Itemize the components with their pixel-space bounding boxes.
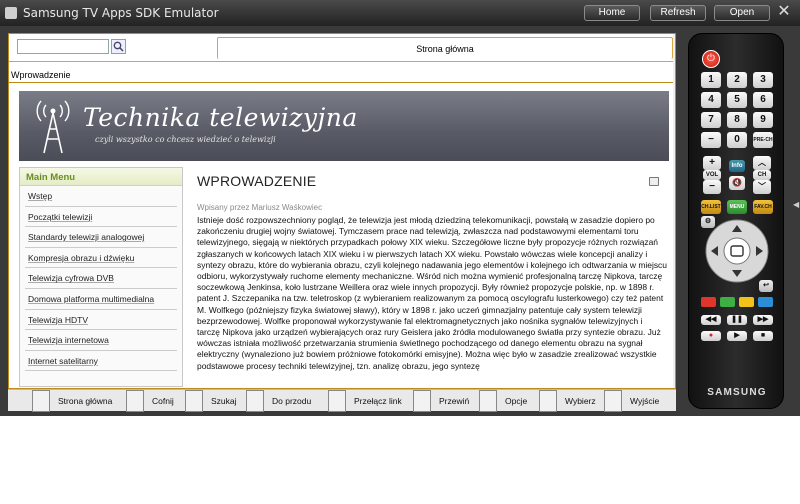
play-icon[interactable]: ▶ xyxy=(727,331,747,341)
menu-item-standardy[interactable]: Standardy telewizji analogowej xyxy=(25,227,177,248)
volume-label[interactable]: VOL xyxy=(703,170,721,180)
menu-item-internetowa[interactable]: Telewizja internetowa xyxy=(25,330,177,351)
menu-item-platforma[interactable]: Domowa platforma multimedialna xyxy=(25,289,177,310)
site-banner: Technika telewizyjna czyli wszystko co c… xyxy=(19,91,669,161)
brand-logo: SAMSUNG xyxy=(707,387,767,398)
main-menu: Main Menu Wstęp Początki telewizji Stand… xyxy=(19,167,183,387)
chlist-button[interactable]: CH.LIST xyxy=(701,200,721,214)
remote-key-5[interactable]: 6 xyxy=(753,92,773,108)
mute-icon[interactable]: 🔇 xyxy=(729,176,745,190)
channel-label[interactable]: CH xyxy=(753,170,771,180)
app-icon xyxy=(5,7,17,19)
emulator-window: Samsung TV Apps SDK Emulator Home Refres… xyxy=(0,0,800,416)
playback-keys: ◀◀ ❚❚ ▶▶ ● ▶ ■ xyxy=(701,315,773,355)
channel-up-icon[interactable]: ︿ xyxy=(753,156,771,170)
channel-down-icon[interactable]: ﹀ xyxy=(753,180,771,194)
color-keys xyxy=(701,297,773,309)
open-button[interactable]: Open xyxy=(714,5,770,21)
function-bar: Strona główna Cofnij Szukaj Do przodu Pr… xyxy=(8,389,676,412)
remote-key-3[interactable]: 4 xyxy=(701,92,721,108)
remote-key-9[interactable]: − xyxy=(701,132,721,148)
remote-key-0[interactable]: 1 xyxy=(701,72,721,88)
refresh-button[interactable]: Refresh xyxy=(650,5,706,21)
article: WPROWADZENIE Wpisany przez Mariusz Waśko… xyxy=(197,167,667,388)
tab-home[interactable]: Strona główna xyxy=(217,37,673,59)
key-icon xyxy=(328,390,346,412)
site-title: Technika telewizyjna xyxy=(83,103,358,132)
key-icon xyxy=(539,390,557,412)
main-menu-heading: Main Menu xyxy=(20,168,182,186)
red-key[interactable] xyxy=(701,297,716,307)
info-button[interactable]: Info xyxy=(729,160,745,172)
record-icon[interactable]: ● xyxy=(701,331,721,341)
fast-forward-icon[interactable]: ▶▶ xyxy=(753,315,773,325)
close-icon[interactable]: ✕ xyxy=(774,2,794,22)
key-icon xyxy=(479,390,497,412)
menu-item-hdtv[interactable]: Telewizja HDTV xyxy=(25,310,177,331)
article-body: Istnieje dość rozpowszechniony pogląd, ż… xyxy=(197,215,667,371)
volume-down-icon[interactable]: − xyxy=(703,180,721,194)
stop-icon[interactable]: ■ xyxy=(753,331,773,341)
vertical-scrollbar[interactable] xyxy=(673,34,675,388)
rewind-icon[interactable]: ◀◀ xyxy=(701,315,721,325)
tv-remote: ⏻ 1 2 3 4 5 6 7 8 9−0 PRE-CH + VOL − Info 🔇 ︿ CH ﹀ CH.LIST… xyxy=(688,33,784,409)
menu-item-kompresja[interactable]: Kompresja obrazu i dźwięku xyxy=(25,248,177,269)
pause-icon[interactable]: ❚❚ xyxy=(727,315,747,325)
key-icon xyxy=(126,390,144,412)
title-bar: Samsung TV Apps SDK Emulator Home Refres… xyxy=(0,0,800,26)
remote-key-8[interactable]: 9 xyxy=(753,112,773,128)
remote-key-10[interactable]: 0 xyxy=(727,132,747,148)
window-title: Samsung TV Apps SDK Emulator xyxy=(23,6,219,20)
search-input[interactable] xyxy=(17,39,109,54)
antenna-tower-icon xyxy=(36,100,70,154)
menu-item-satelitarny[interactable]: Internet satelitarny xyxy=(25,351,177,372)
key-icon xyxy=(413,390,431,412)
menu-button[interactable]: MENU xyxy=(727,200,747,214)
remote-key-11[interactable]: PRE-CH xyxy=(753,132,773,148)
key-icon xyxy=(246,390,264,412)
remote-key-6[interactable]: 7 xyxy=(701,112,721,128)
remote-key-1[interactable]: 2 xyxy=(727,72,747,88)
key-icon xyxy=(604,390,622,412)
key-icon xyxy=(185,390,203,412)
browser-toolbar: Strona główna xyxy=(9,34,675,62)
menu-item-poczatki[interactable]: Początki telewizji xyxy=(25,207,177,228)
search-icon[interactable] xyxy=(111,39,126,54)
article-heading: WPROWADZENIE xyxy=(197,173,317,189)
volume-up-icon[interactable]: + xyxy=(703,156,721,170)
favch-button[interactable]: FAV.CH xyxy=(753,200,773,214)
power-icon[interactable]: ⏻ xyxy=(702,50,720,68)
remote-key-7[interactable]: 8 xyxy=(727,112,747,128)
menu-item-dvb[interactable]: Telewizja cyfrowa DVB xyxy=(25,268,177,289)
print-icon[interactable] xyxy=(649,177,659,186)
remote-key-2[interactable]: 3 xyxy=(753,72,773,88)
menu-item-wstep[interactable]: Wstęp xyxy=(25,186,177,207)
dpad-icon[interactable] xyxy=(705,219,769,283)
article-author: Wpisany przez Mariusz Waśkowiec xyxy=(197,203,323,212)
green-key[interactable] xyxy=(720,297,735,307)
site-subtitle: czyli wszystko co chcesz wiedzieć o tele… xyxy=(95,135,276,144)
collapse-remote-icon[interactable]: ◀ xyxy=(793,200,799,209)
breadcrumb: Wprowadzenie xyxy=(11,70,71,80)
remote-key-4[interactable]: 5 xyxy=(727,92,747,108)
tv-screen: Strona główna Wprowadzenie Technika tele… xyxy=(8,33,676,389)
key-icon xyxy=(32,390,50,412)
blue-key[interactable] xyxy=(758,297,773,307)
web-page: Technika telewizyjna czyli wszystko co c… xyxy=(9,82,675,388)
yellow-key[interactable] xyxy=(739,297,754,307)
home-button[interactable]: Home xyxy=(584,5,640,21)
